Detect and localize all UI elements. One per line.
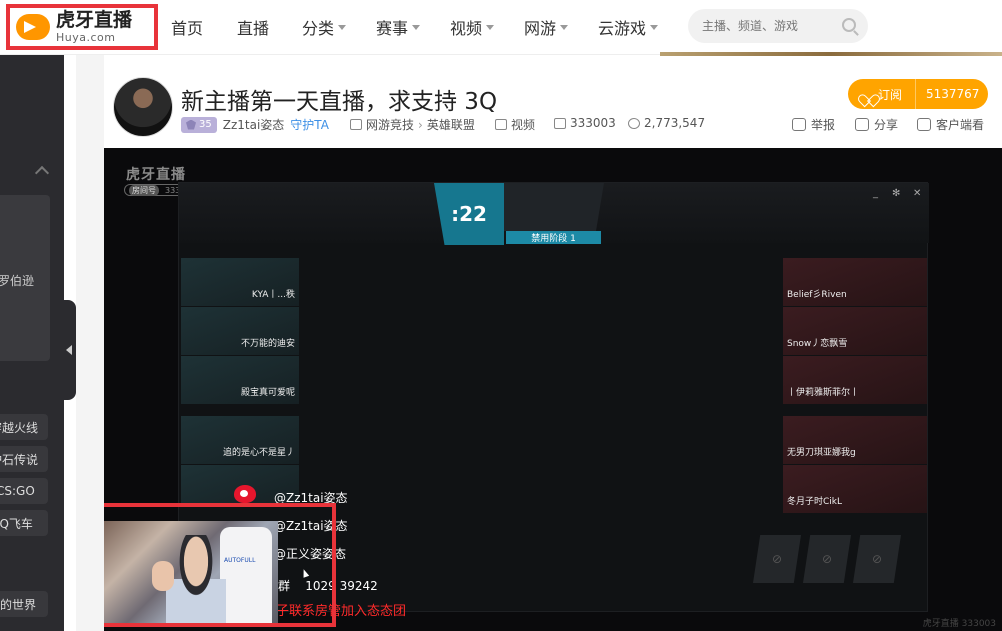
sidebar-collapse-toggle[interactable] [62, 300, 76, 400]
red-slot: 冬月子时CikL [783, 465, 927, 513]
phase-bar [504, 183, 604, 231]
ban-slot: ⊘ [753, 535, 801, 583]
streamer-meta: 35 Zz1tai姿态 守护TA [181, 116, 329, 133]
banner-strip [660, 52, 1002, 56]
chevron-down-icon [650, 24, 659, 30]
blue-slot: 追的是心不是星丿 [181, 416, 299, 464]
search-icon[interactable] [842, 18, 856, 32]
red-slot: 丨伊莉雅斯菲尔丨 [783, 356, 927, 404]
minimize-icon: _ [873, 188, 878, 199]
sidebar-card-text: 罗伯逊 [0, 274, 35, 288]
pick-phase: 禁用阶段 1 [506, 231, 601, 244]
follower-count: 2,773,547 [628, 116, 705, 130]
sidebar-chip-minecraft[interactable]: 我的世界 [0, 591, 48, 617]
blue-slot: 不万能的迪安 [181, 307, 299, 355]
top-nav: 虎牙直播 Huya.com 首页 直播 分类 赛事 视频 网游 云游戏 [0, 0, 1002, 56]
video-player[interactable]: 虎牙直播 房间号333003 _ ✻ ✕ :22 禁用阶段 1 KYA丨...秩… [104, 148, 1002, 631]
pick-timer: :22 [434, 183, 504, 245]
player-watermark-bottom: 虎牙直播 333003 [922, 619, 996, 629]
game-category-icon [350, 119, 362, 130]
room-header: 新主播第一天直播，求支持 3Q 35 Zz1tai姿态 守护TA 网游竞技 › … [104, 68, 1002, 148]
chevron-right-icon: › [418, 117, 423, 132]
nav-home[interactable]: 首页 [171, 15, 203, 39]
sidebar-chip-csgo[interactable]: CS:GO [0, 478, 48, 504]
nav-cloud-games[interactable]: 云游戏 [598, 15, 659, 39]
guard-link[interactable]: 守护TA [290, 116, 329, 133]
page-gutter [76, 55, 104, 631]
nav-video[interactable]: 视频 [450, 15, 495, 39]
room-id: 333003 [554, 116, 616, 130]
nav-online-games[interactable]: 网游 [524, 15, 569, 39]
huya-logo[interactable]: 虎牙直播 Huya.com [6, 4, 158, 50]
streamer-avatar[interactable] [113, 77, 173, 137]
video-link[interactable]: 视频 [495, 116, 535, 133]
nav-category[interactable]: 分类 [302, 15, 347, 39]
category-child[interactable]: 英雄联盟 [427, 116, 475, 133]
blue-slot: 殿宝真可爱呢 [181, 356, 299, 404]
chevron-down-icon [338, 24, 347, 30]
report-button[interactable]: 举报 [792, 116, 835, 133]
subscribe-button[interactable]: 订阅 5137767 [848, 79, 988, 109]
subscribe-label: 订阅 [878, 87, 903, 102]
search-box [688, 9, 868, 43]
share-button[interactable]: 分享 [855, 116, 898, 133]
logo-text-en: Huya.com [56, 31, 116, 44]
red-slot: 无男刀琪亚娜我g [783, 416, 927, 464]
room-id-icon [554, 117, 566, 129]
search-input[interactable] [702, 19, 832, 33]
red-slot: Belief彡Riven [783, 258, 927, 306]
app-root: { "nav": { "logo_cn": "虎牙直播", "logo_en":… [0, 0, 1002, 631]
ban-slot: ⊘ [853, 535, 901, 583]
client-watch-button[interactable]: 客户端看 [917, 116, 984, 133]
close-icon: ✕ [913, 188, 922, 199]
video-icon [495, 119, 507, 130]
report-icon [792, 118, 806, 131]
watermark-logo: 虎牙直播 [126, 167, 186, 183]
sidebar-card[interactable]: 罗伯逊 [0, 195, 50, 361]
logo-play-icon [16, 14, 50, 40]
level-badge: 35 [181, 116, 217, 133]
client-icon [917, 118, 931, 131]
heart-icon [862, 89, 874, 100]
settings-icon: ✻ [892, 188, 901, 199]
webcam-highlight-frame [104, 503, 336, 627]
category-parent[interactable]: 网游竞技 [366, 116, 414, 133]
blue-slot: KYA丨...秩 [181, 258, 299, 306]
nav-events[interactable]: 赛事 [376, 15, 421, 39]
sidebar-chip-qqspeed[interactable]: QQ飞车 [0, 510, 48, 536]
chevron-down-icon [412, 24, 421, 30]
room-title: 新主播第一天直播，求支持 3Q [181, 89, 498, 115]
sidebar-chip-cf[interactable]: 穿越火线 [0, 414, 48, 440]
red-slot: Snow丿恋飘雪 [783, 307, 927, 355]
chevron-down-icon [486, 24, 495, 30]
category-breadcrumb: 网游竞技 › 英雄联盟 [350, 116, 475, 133]
streamer-name[interactable]: Zz1tai姿态 [223, 116, 285, 133]
level-icon [186, 119, 196, 130]
chevron-down-icon [560, 24, 569, 30]
left-sidebar: 罗伯逊 穿越火线 炉石传说 CS:GO QQ飞车 我的世界 [0, 55, 64, 631]
share-icon [855, 118, 869, 131]
chevron-up-icon[interactable] [34, 165, 50, 181]
logo-text-cn: 虎牙直播 [56, 9, 133, 31]
sidebar-chip-hearthstone[interactable]: 炉石传说 [0, 446, 48, 472]
users-icon [628, 117, 640, 129]
ban-slot: ⊘ [803, 535, 851, 583]
subscribe-count: 5137767 [926, 87, 980, 101]
weibo-icon [234, 485, 256, 503]
nav-live[interactable]: 直播 [237, 15, 269, 39]
